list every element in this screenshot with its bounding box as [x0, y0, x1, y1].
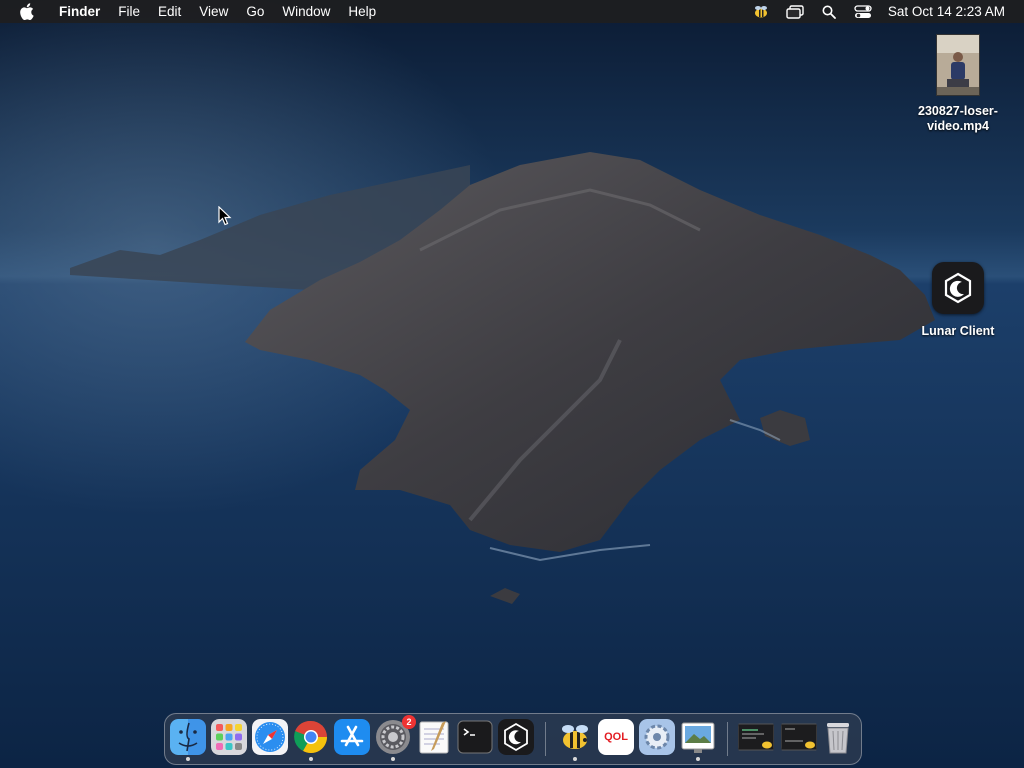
app-store-icon	[334, 719, 370, 755]
safari-icon	[252, 719, 288, 755]
qol-icon: QOL	[598, 719, 634, 755]
running-indicator	[696, 757, 700, 761]
dock: 2 QOL	[164, 713, 862, 765]
menu-window[interactable]: Window	[273, 0, 339, 23]
dock-chrome[interactable]	[293, 719, 329, 761]
trash-icon	[820, 719, 856, 755]
finder-icon	[170, 719, 206, 755]
dock-preview[interactable]	[680, 719, 716, 761]
menu-edit[interactable]: Edit	[149, 0, 190, 23]
desktop-file-video[interactable]: 230827-loser- video.mp4	[908, 34, 1008, 134]
dock-app-store[interactable]	[334, 719, 370, 755]
dock-system-preferences[interactable]: 2	[375, 715, 416, 761]
terminal-icon	[457, 719, 493, 755]
menu-go[interactable]: Go	[237, 0, 273, 23]
bee-icon	[557, 719, 593, 755]
menu-app-finder[interactable]: Finder	[50, 0, 109, 23]
bee-menu-icon[interactable]	[751, 3, 771, 21]
dock-safari[interactable]	[252, 719, 288, 755]
chrome-icon	[293, 719, 329, 755]
preview-icon	[680, 719, 716, 755]
qol-label: QOL	[604, 731, 628, 743]
desktop-file-video-label-line1: 230827-loser-	[918, 104, 998, 118]
desktop-app-lunar-client-label: Lunar Client	[921, 324, 995, 338]
minimized-window-icon	[781, 719, 817, 755]
lunar-client-icon	[932, 262, 984, 314]
control-center-icon[interactable]	[853, 3, 873, 21]
gear-utility-icon	[639, 719, 675, 755]
dock-minimized-window-1[interactable]	[738, 719, 774, 755]
menu-file[interactable]: File	[109, 0, 149, 23]
dock-terminal[interactable]	[457, 719, 493, 755]
dock-launchpad[interactable]	[211, 719, 247, 755]
dock-qol[interactable]: QOL	[598, 719, 634, 755]
spotlight-search-icon[interactable]	[819, 3, 839, 21]
running-indicator	[573, 757, 577, 761]
screen-mirroring-icon[interactable]	[785, 3, 805, 21]
notification-badge: 2	[402, 715, 416, 729]
video-file-icon	[936, 34, 980, 96]
minimized-window-icon	[738, 719, 774, 755]
dock-separator	[545, 722, 546, 756]
dock-settings-utility[interactable]	[639, 719, 675, 755]
menu-bar: Finder File Edit View Go Window Help Sat…	[0, 0, 1024, 23]
dock-trash[interactable]	[820, 719, 856, 755]
textedit-icon	[416, 719, 452, 755]
apple-menu-icon[interactable]	[16, 2, 36, 22]
desktop-file-video-label-line2: video.mp4	[927, 119, 989, 133]
dock-finder[interactable]	[170, 719, 206, 761]
desktop-app-lunar-client[interactable]: Lunar Client	[908, 262, 1008, 339]
launchpad-icon	[211, 719, 247, 755]
lunar-client-icon	[498, 719, 534, 755]
desktop-wallpaper	[0, 0, 1024, 768]
dock-minimized-window-2[interactable]	[781, 719, 817, 755]
menubar-clock[interactable]: Sat Oct 14 2:23 AM	[888, 4, 1005, 19]
running-indicator	[309, 757, 313, 761]
running-indicator	[391, 757, 395, 761]
mouse-cursor-icon	[218, 206, 232, 226]
dock-separator	[727, 722, 728, 756]
dock-bee-app[interactable]	[557, 719, 593, 761]
menu-help[interactable]: Help	[339, 0, 385, 23]
menu-view[interactable]: View	[190, 0, 237, 23]
running-indicator	[186, 757, 190, 761]
dock-lunar-client[interactable]	[498, 719, 534, 755]
dock-textedit[interactable]	[416, 719, 452, 755]
